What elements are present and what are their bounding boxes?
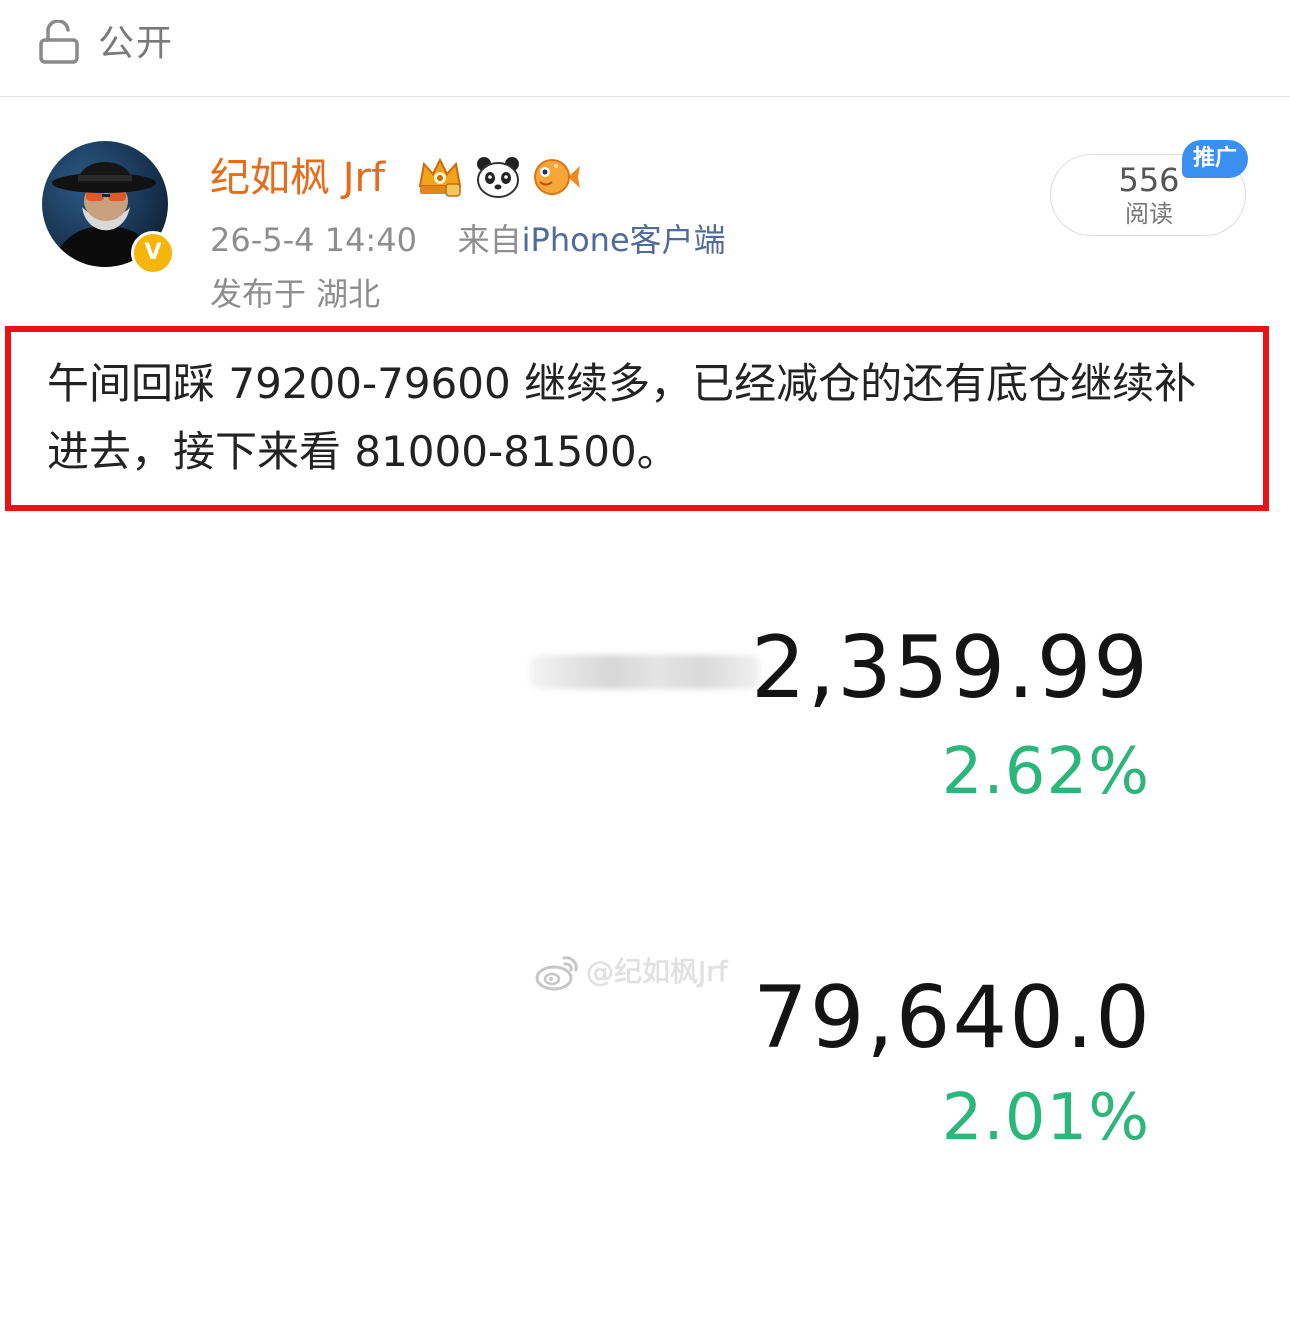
- pufferfish-badge-icon[interactable]: [530, 154, 582, 200]
- ticker-change-2: 2.01%: [941, 1081, 1150, 1155]
- author-badges: [414, 152, 582, 202]
- weibo-logo-icon: [535, 956, 578, 991]
- verified-v-icon: V: [131, 231, 175, 275]
- image-watermark: @纪如枫Jrf: [534, 950, 728, 994]
- author-name[interactable]: 纪如枫 Jrf: [210, 152, 385, 204]
- unlock-icon: [39, 20, 79, 64]
- post-text[interactable]: 午间回踩 79200-79600 继续多，已经减仓的还有底仓继续补进去，接下来看…: [47, 350, 1237, 486]
- read-label: 阅读: [1125, 200, 1173, 228]
- ticker-price-1: 2,359.99: [751, 618, 1150, 718]
- promo-badge: 推广: [1182, 140, 1248, 178]
- post-text-highlight: 午间回踩 79200-79600 继续多，已经减仓的还有底仓继续补进去，接下来看…: [5, 326, 1269, 511]
- crown-badge-icon[interactable]: [414, 154, 466, 200]
- post-meta: 26-5-4 14:40 来自iPhone客户端: [210, 218, 726, 262]
- post-source-link[interactable]: iPhone客户端: [522, 221, 726, 259]
- visibility-bar[interactable]: 公开: [0, 0, 1290, 97]
- visibility-label: 公开: [98, 23, 175, 64]
- post-timestamp: 26-5-4 14:40: [210, 221, 417, 259]
- panda-badge-icon[interactable]: [472, 154, 524, 200]
- source-prefix: 来自: [457, 221, 522, 259]
- ticker-price-2: 79,640.0: [753, 968, 1152, 1068]
- post-location: 发布于 湖北: [210, 275, 381, 313]
- ticker-change-1: 2.62%: [941, 735, 1150, 809]
- blurred-ticker-label: [530, 655, 760, 689]
- watermark-text: @纪如枫Jrf: [586, 955, 728, 988]
